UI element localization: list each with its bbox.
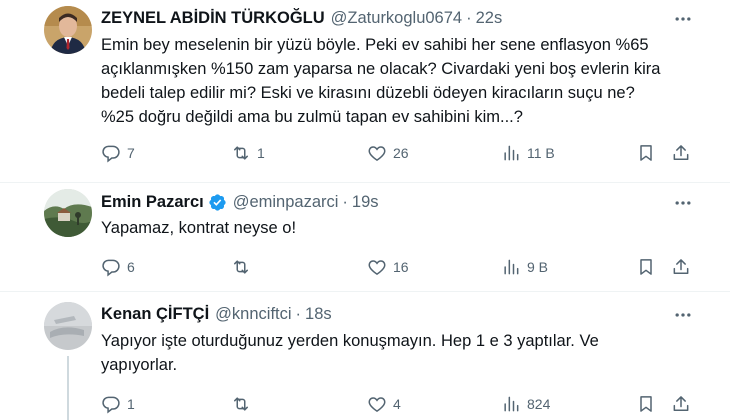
reply-count: 7 — [127, 145, 135, 161]
tweet-text-line: %25 doğru değildi ama bu zulmü tapan ev … — [101, 108, 523, 126]
profile-photo-grey-icon — [44, 302, 92, 350]
tweet-text-line: yapıyorlar. — [101, 356, 178, 374]
analytics-icon — [504, 396, 519, 412]
heart-icon — [368, 146, 386, 161]
bookmark-icon — [640, 145, 652, 161]
avatar[interactable] — [44, 302, 92, 350]
tweet-text: Emin bey meselenin bir yüzü böyle. Peki … — [101, 33, 701, 129]
retweet-icon — [234, 397, 248, 411]
author-name[interactable]: ZEYNEL ABİDİN TÜRKOĞLU — [101, 9, 325, 28]
tweet-text: Yapamaz, kontrat neyse o! — [101, 216, 701, 240]
retweet-icon — [234, 260, 248, 274]
reply-icon — [102, 259, 120, 277]
verified-badge-icon — [208, 193, 227, 212]
tweet-3[interactable]: Kenan ÇİFTÇİ @knnciftci · 18s Yapıyor iş… — [0, 292, 730, 420]
thread-line — [67, 356, 69, 420]
heart-icon — [368, 260, 386, 275]
bookmark-button[interactable] — [636, 142, 656, 164]
more-options-icon[interactable] — [672, 304, 694, 326]
heart-icon — [368, 397, 386, 412]
reply-count: 6 — [127, 259, 135, 275]
reply-count: 1 — [127, 396, 135, 412]
reply-icon — [102, 145, 120, 163]
tweet-header: Kenan ÇİFTÇİ @knnciftci · 18s — [101, 303, 332, 325]
separator-dot: · — [342, 192, 348, 211]
tweet-1[interactable]: ZEYNEL ABİDİN TÜRKOĞLU @Zaturkoglu0674 ·… — [0, 0, 730, 182]
tweet-text-line: bedeli talep edilir mi? Eski ve kirasını… — [101, 84, 635, 102]
action-bar: 7 1 26 11 B — [101, 142, 701, 164]
timestamp[interactable]: 18s — [305, 305, 332, 324]
share-icon — [673, 145, 689, 160]
timestamp[interactable]: 22s — [476, 9, 503, 28]
like-count: 16 — [393, 259, 409, 275]
tweet-text-line: Emin bey meselenin bir yüzü böyle. Peki … — [101, 36, 649, 54]
like-button[interactable]: 16 — [367, 256, 409, 278]
views-button[interactable]: 9 B — [501, 256, 548, 278]
reply-button[interactable]: 6 — [101, 256, 135, 278]
bookmark-icon — [640, 396, 652, 412]
view-count: 11 B — [527, 145, 555, 161]
action-bar: 1 4 824 — [101, 393, 701, 415]
tweet-2[interactable]: Emin Pazarcı @eminpazarci · 19s Yapamaz,… — [0, 183, 730, 291]
retweet-button[interactable]: 1 — [231, 142, 265, 164]
retweet-icon — [234, 146, 248, 160]
author-handle[interactable]: @Zaturkoglu0674 — [331, 9, 462, 28]
retweet-count: 1 — [257, 145, 265, 161]
tweet-header: Emin Pazarcı @eminpazarci · 19s — [101, 191, 379, 213]
more-options-icon[interactable] — [672, 192, 694, 214]
share-button[interactable] — [671, 256, 691, 278]
share-icon — [673, 396, 689, 411]
tweet-header: ZEYNEL ABİDİN TÜRKOĞLU @Zaturkoglu0674 ·… — [101, 7, 502, 29]
like-button[interactable]: 26 — [367, 142, 409, 164]
separator-dot: · — [295, 304, 302, 323]
avatar[interactable] — [44, 6, 92, 54]
like-button[interactable]: 4 — [367, 393, 401, 415]
reply-icon — [102, 396, 120, 414]
tweet-text-line: Yapıyor işte oturduğunuz yerden konuşmay… — [101, 332, 599, 350]
author-handle[interactable]: @knnciftci — [215, 305, 291, 324]
view-count: 9 B — [527, 259, 549, 275]
author-handle[interactable]: @eminpazarci — [233, 193, 339, 212]
retweet-button[interactable] — [231, 393, 257, 415]
author-name[interactable]: Kenan ÇİFTÇİ — [101, 305, 209, 324]
views-button[interactable]: 11 B — [501, 142, 555, 164]
action-bar: 6 16 9 B — [101, 256, 701, 278]
views-button[interactable]: 824 — [501, 393, 550, 415]
bookmark-icon — [640, 259, 652, 275]
profile-photo-landscape-icon — [44, 189, 92, 237]
reply-button[interactable]: 7 — [101, 142, 135, 164]
analytics-icon — [504, 259, 519, 275]
view-count: 824 — [527, 396, 551, 412]
more-options-icon[interactable] — [672, 8, 694, 30]
timestamp[interactable]: 19s — [352, 193, 379, 212]
analytics-icon — [504, 145, 519, 161]
retweet-button[interactable] — [231, 256, 257, 278]
bookmark-button[interactable] — [636, 256, 656, 278]
tweet-text: Yapıyor işte oturduğunuz yerden konuşmay… — [101, 329, 701, 377]
author-name[interactable]: Emin Pazarcı — [101, 193, 204, 212]
tweet-text-line: Yapamaz, kontrat neyse o! — [101, 219, 297, 237]
share-button[interactable] — [671, 142, 691, 164]
tweet-text-line: açıklanmışken %150 zam yaparsa ne olacak… — [101, 60, 661, 78]
avatar[interactable] — [44, 189, 92, 237]
share-icon — [673, 259, 689, 274]
separator-dot: · — [466, 8, 472, 27]
profile-photo-man-suit-icon — [44, 6, 92, 54]
bookmark-button[interactable] — [636, 393, 656, 415]
like-count: 26 — [393, 145, 409, 161]
reply-button[interactable]: 1 — [101, 393, 135, 415]
like-count: 4 — [393, 396, 401, 412]
share-button[interactable] — [671, 393, 691, 415]
